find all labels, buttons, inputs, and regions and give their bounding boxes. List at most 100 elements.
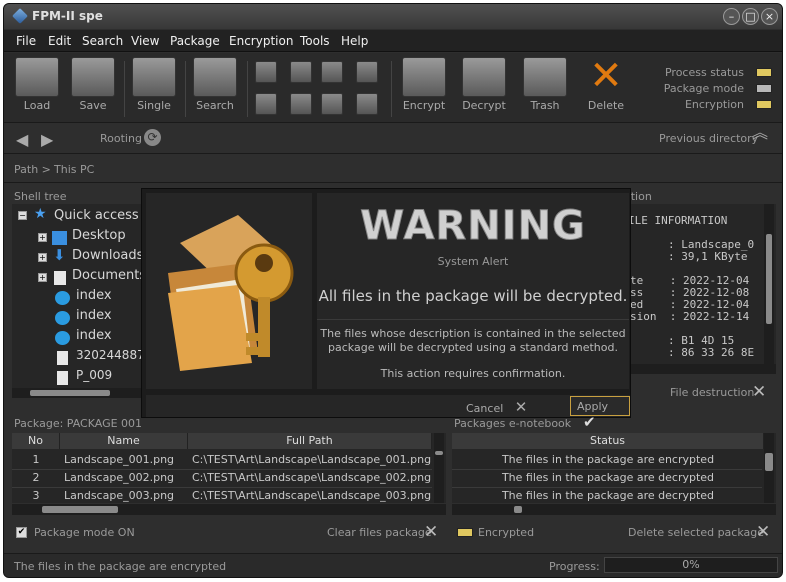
cell-no[interactable]: 2 xyxy=(12,469,60,487)
cell-path[interactable]: C:\TEST\Art\Landscape\Landscape_002.png xyxy=(192,469,432,487)
scroll-thumb[interactable] xyxy=(514,506,522,513)
menu-edit[interactable]: Edit xyxy=(48,34,71,48)
up-directory-icon[interactable]: ︽ xyxy=(752,125,768,141)
cell-name[interactable]: Landscape_002.png xyxy=(64,469,188,487)
shell-tree: − ★ Quick access + Desktop + ⬇ Downloads… xyxy=(12,204,151,388)
progress-bar: 0% xyxy=(604,557,778,573)
trash-button[interactable]: Trash xyxy=(520,57,570,112)
save-button[interactable]: Save xyxy=(68,57,118,112)
collapse-toggle[interactable]: − xyxy=(18,211,27,220)
indicator-process-status-label: Process status xyxy=(664,66,744,79)
warning-desc-line: package will be decrypted using a standa… xyxy=(328,341,618,354)
column-header-no[interactable]: No xyxy=(12,433,60,449)
path-value[interactable]: This PC xyxy=(54,163,94,176)
tree-item-quick-access[interactable]: Quick access xyxy=(54,208,139,223)
status-text: The files in the package are encrypted xyxy=(14,560,227,573)
load-icon xyxy=(15,57,59,97)
tree-item-index[interactable]: index xyxy=(76,308,112,323)
load-button[interactable]: Load xyxy=(12,57,62,112)
app-window: FPM-II spe – □ × File Edit Search View P… xyxy=(3,3,783,578)
file-destruction-x-icon[interactable]: ✕ xyxy=(752,382,766,402)
expand-toggle[interactable]: + xyxy=(38,233,47,242)
tool-archive-icon[interactable] xyxy=(356,93,378,115)
tool-tools-icon[interactable] xyxy=(290,93,312,115)
expand-toggle[interactable]: + xyxy=(38,273,47,282)
edge-file-icon xyxy=(55,311,70,325)
scroll-thumb[interactable] xyxy=(766,234,772,324)
info-title: ILE INFORMATION xyxy=(628,214,728,227)
tool-list-icon[interactable] xyxy=(321,93,343,115)
scroll-thumb[interactable] xyxy=(30,390,110,396)
edge-file-icon xyxy=(55,331,70,345)
refresh-icon[interactable]: ⟳ xyxy=(144,129,161,146)
single-icon xyxy=(132,57,176,97)
package-horizontal-scrollbar[interactable] xyxy=(12,504,446,515)
info-horizontal-scrollbar[interactable] xyxy=(631,364,776,374)
minimize-button[interactable]: – xyxy=(723,8,740,25)
tree-item-downloads[interactable]: Downloads xyxy=(72,248,143,263)
decrypt-button[interactable]: Decrypt xyxy=(459,57,509,112)
info-vertical-scrollbar[interactable] xyxy=(764,204,774,364)
close-button[interactable]: × xyxy=(761,8,778,25)
tree-item-index[interactable]: index xyxy=(76,288,112,303)
cell-status[interactable]: The files in the package are decrypted xyxy=(452,487,764,505)
delete-button[interactable]: ✕ Delete xyxy=(581,56,631,112)
notebook-horizontal-scrollbar[interactable] xyxy=(452,504,776,515)
back-arrow-icon[interactable]: ◀ xyxy=(16,130,28,149)
file-destruction-label: File destruction xyxy=(670,386,755,399)
delete-package-x-icon[interactable]: ✕ xyxy=(756,522,770,542)
apply-button[interactable]: Apply ✔ xyxy=(570,396,630,431)
scroll-thumb[interactable] xyxy=(435,451,443,455)
cell-path[interactable]: C:\TEST\Art\Landscape\Landscape_001.png xyxy=(192,451,432,469)
cell-no[interactable]: 1 xyxy=(12,451,60,469)
scroll-thumb[interactable] xyxy=(765,453,773,471)
path-bar: Path > This PC xyxy=(4,155,782,183)
menu-package[interactable]: Package xyxy=(170,34,220,48)
cell-status[interactable]: The files in the package are encrypted xyxy=(452,451,764,469)
cell-status[interactable]: The files in the package are decrypted xyxy=(452,469,764,487)
menu-file[interactable]: File xyxy=(16,34,36,48)
warning-subtitle: System Alert xyxy=(437,255,509,268)
forward-arrow-icon[interactable]: ▶ xyxy=(41,130,53,149)
tree-item-file[interactable]: P_009 xyxy=(76,368,112,382)
column-header-status[interactable]: Status xyxy=(452,433,764,449)
tool-add-icon[interactable] xyxy=(255,93,277,115)
dialog-image-panel xyxy=(146,193,312,389)
column-header-name[interactable]: Name xyxy=(60,433,188,449)
column-header-full-path[interactable]: Full Path xyxy=(188,433,432,449)
cell-path[interactable]: C:\TEST\Art\Landscape\Landscape_003.png xyxy=(192,487,432,505)
tree-item-file[interactable]: 320244887_ xyxy=(76,348,151,362)
cell-name[interactable]: Landscape_001.png xyxy=(64,451,188,469)
menu-help[interactable]: Help xyxy=(341,34,368,48)
tool-new-icon[interactable] xyxy=(255,61,277,83)
cell-name[interactable]: Landscape_003.png xyxy=(64,487,188,505)
tool-disk-icon[interactable] xyxy=(321,61,343,83)
menu-view[interactable]: View xyxy=(131,34,159,48)
clear-files-x-icon[interactable]: ✕ xyxy=(424,522,438,542)
folder-key-icon xyxy=(168,215,294,371)
tree-item-documents[interactable]: Documents xyxy=(72,268,146,283)
package-mode-checkbox[interactable]: ✔ xyxy=(16,527,27,538)
encrypt-button[interactable]: Encrypt xyxy=(399,57,449,112)
package-vertical-scrollbar[interactable] xyxy=(434,433,444,503)
cancel-button[interactable]: Cancel ✕ xyxy=(466,398,527,416)
notebook-vertical-scrollbar[interactable] xyxy=(764,433,774,503)
single-button[interactable]: Single xyxy=(129,57,179,112)
tree-item-index[interactable]: index xyxy=(76,328,112,343)
tool-folder-icon[interactable] xyxy=(290,61,312,83)
tool-check-icon[interactable] xyxy=(356,61,378,83)
document-icon xyxy=(54,271,66,285)
maximize-button[interactable]: □ xyxy=(742,8,759,25)
menu-tools[interactable]: Tools xyxy=(300,34,330,48)
tree-horizontal-scrollbar[interactable] xyxy=(12,388,142,398)
search-button[interactable]: Search xyxy=(190,57,240,112)
menu-encryption[interactable]: Encryption xyxy=(229,34,293,48)
tree-item-desktop[interactable]: Desktop xyxy=(72,228,126,243)
menu-search[interactable]: Search xyxy=(82,34,123,48)
cell-no[interactable]: 3 xyxy=(12,487,60,505)
indicator-encryption-led xyxy=(756,100,772,109)
expand-toggle[interactable]: + xyxy=(38,253,47,262)
scroll-thumb[interactable] xyxy=(42,506,118,513)
encrypted-label: Encrypted xyxy=(478,526,535,539)
progress-label: Progress: xyxy=(549,560,600,573)
